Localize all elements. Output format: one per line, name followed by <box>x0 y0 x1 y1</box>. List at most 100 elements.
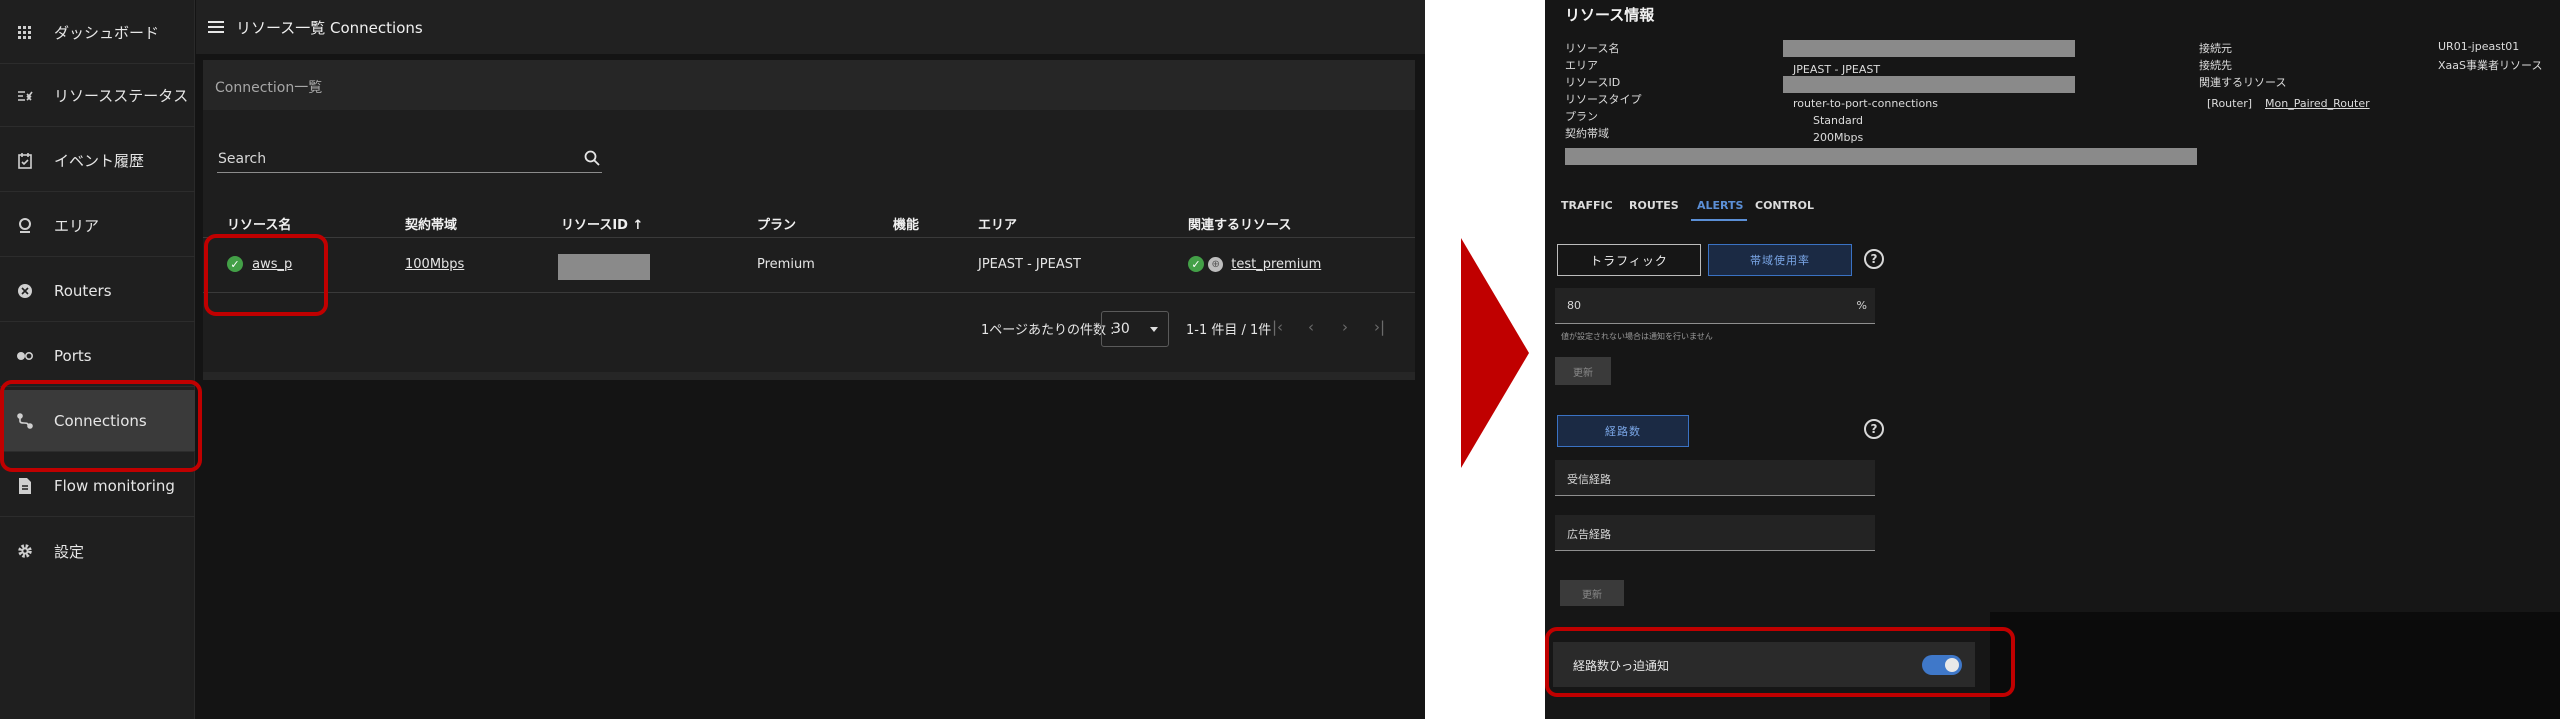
received-routes-label: 受信経路 <box>1567 473 1611 486</box>
sidebar-item-label: エリア <box>54 217 100 235</box>
column-header-name[interactable]: リソース名 <box>227 214 291 233</box>
related-router-link[interactable]: Mon_Paired_Router <box>2265 97 2370 110</box>
threshold-hint: 値が設定されない場合は通知を行いません <box>1561 332 1713 341</box>
sidebar-item-label: Flow monitoring <box>54 476 175 495</box>
calendar-check-icon <box>14 150 36 172</box>
traffic-button[interactable]: トラフィック <box>1557 244 1701 276</box>
column-header-bandwidth[interactable]: 契約帯域 <box>405 214 457 233</box>
sidebar-item-routers[interactable]: Routers <box>0 260 195 322</box>
redacted-resource-id <box>1783 76 2075 93</box>
update-button[interactable]: 更新 <box>1555 357 1611 385</box>
sidebar-item-event-history[interactable]: イベント履歴 <box>0 130 195 192</box>
sidebar-item-label: ダッシュボード <box>54 24 160 42</box>
area-cell: JPEAST - JPEAST <box>978 257 1081 272</box>
tab-alerts[interactable]: ALERTS <box>1697 199 1743 212</box>
search-icon <box>584 150 600 166</box>
next-page-icon[interactable]: › <box>1342 318 1348 336</box>
search-input[interactable]: Search <box>217 148 602 173</box>
sort-arrow-icon: ↑ <box>632 218 644 233</box>
sidebar: ダッシュボード リソースステータス イベント履歴 エリア Routers Por… <box>0 0 195 719</box>
update-button[interactable]: 更新 <box>1560 580 1624 606</box>
threshold-unit: % <box>1856 299 1867 312</box>
bandwidth-usage-button[interactable]: 帯域使用率 <box>1708 244 1852 276</box>
sidebar-item-area[interactable]: エリア <box>0 195 195 257</box>
sidebar-item-label: リソースステータス <box>54 87 189 105</box>
table-header-row: リソース名 契約帯域 リソースID ↑ プラン 機能 エリア 関連するリソース <box>203 208 1415 238</box>
empty-area <box>1990 612 2560 719</box>
active-tab-indicator <box>1691 219 1747 221</box>
status-ok-icon: ✓ <box>1188 256 1204 272</box>
help-icon[interactable]: ? <box>1864 249 1884 269</box>
help-icon[interactable]: ? <box>1864 419 1884 439</box>
top-bar: リソース一覧 Connections <box>196 0 1425 54</box>
connections-list-screen: ダッシュボード リソースステータス イベント履歴 エリア Routers Por… <box>0 0 1425 719</box>
column-header-function[interactable]: 機能 <box>893 214 919 233</box>
info-label: リソースタイプ <box>1565 93 1642 106</box>
highlight-toggle-row <box>1545 627 2015 697</box>
bandwidth-link[interactable]: 100Mbps <box>405 257 464 272</box>
sidebar-item-dashboard[interactable]: ダッシュボード <box>0 2 195 64</box>
threshold-value: 80 <box>1567 299 1581 312</box>
detail-tabs: TRAFFIC ROUTES ALERTS CONTROL <box>1545 190 2015 222</box>
transition-arrow <box>1461 238 1529 468</box>
last-page-icon[interactable]: ›| <box>1374 318 1385 336</box>
info-label: リソース名 <box>1565 42 1620 55</box>
chevron-down-icon <box>1150 327 1158 332</box>
tab-traffic[interactable]: TRAFFIC <box>1561 199 1613 212</box>
tab-routes[interactable]: ROUTES <box>1629 199 1679 212</box>
first-page-icon[interactable]: |‹ <box>1272 318 1283 336</box>
column-header-area[interactable]: エリア <box>978 214 1017 233</box>
info-value-destination: XaaS事業者リソース <box>2438 59 2543 72</box>
info-label: 接続元 <box>2199 42 2232 55</box>
column-header-label: リソースID <box>561 218 628 233</box>
page-title: リソース一覧 Connections <box>236 18 423 37</box>
resource-detail-screen: リソース情報 リソース名 エリア リソースID リソースタイプ プラン 契約帯域… <box>1545 0 2560 719</box>
map-pin-icon <box>14 215 36 237</box>
column-header-plan[interactable]: プラン <box>757 214 796 233</box>
highlight-connections-menu <box>0 380 202 472</box>
search-placeholder: Search <box>218 151 267 167</box>
sidebar-item-ports[interactable]: Ports <box>0 325 195 387</box>
received-routes-field[interactable]: 受信経路 <box>1555 460 1875 496</box>
column-header-related[interactable]: 関連するリソース <box>1188 214 1291 233</box>
routes-count-button[interactable]: 経路数 <box>1557 415 1689 447</box>
sidebar-item-label: Ports <box>54 346 92 365</box>
info-value-bandwidth: 200Mbps <box>1813 131 1864 144</box>
prev-page-icon[interactable]: ‹ <box>1308 318 1314 336</box>
info-label: エリア <box>1565 59 1598 72</box>
resource-info-title: リソース情報 <box>1565 6 1655 24</box>
advertised-routes-label: 広告経路 <box>1567 528 1611 541</box>
sidebar-item-settings[interactable]: 設定 <box>0 520 195 582</box>
hamburger-menu-icon[interactable] <box>208 21 224 33</box>
threshold-input[interactable]: 80 % <box>1555 288 1875 324</box>
related-resource-cell: ✓ ⊕ test_premium <box>1188 256 1321 272</box>
sidebar-item-resource-status[interactable]: リソースステータス <box>0 65 195 127</box>
info-label: 関連するリソース <box>2199 76 2287 89</box>
sidebar-item-label: イベント履歴 <box>54 152 145 170</box>
rows-per-page-value: 30 <box>1112 321 1130 337</box>
info-label: 契約帯域 <box>1565 127 1609 140</box>
related-resource-link[interactable]: test_premium <box>1231 257 1321 272</box>
redacted-resource-id <box>558 254 650 280</box>
column-header-resource-id[interactable]: リソースID ↑ <box>561 214 643 233</box>
info-value-type: router-to-port-connections <box>1793 97 1938 110</box>
sidebar-item-label: 設定 <box>54 542 85 561</box>
router-icon <box>14 280 36 302</box>
info-value-plan: Standard <box>1813 114 1864 127</box>
grid-icon <box>14 22 36 44</box>
table-row: ✓ aws_p 100Mbps Premium JPEAST - JPEAST … <box>203 239 1415 293</box>
info-label: 接続先 <box>2199 59 2232 72</box>
document-icon <box>14 475 36 497</box>
ports-icon <box>14 345 36 367</box>
plan-cell: Premium <box>757 257 815 272</box>
connection-table-container: Search リソース名 契約帯域 リソースID ↑ プラン 機能 エリア 関連… <box>203 110 1415 372</box>
rows-per-page-select[interactable]: 30 <box>1101 311 1169 347</box>
redacted-row <box>1565 148 2197 165</box>
advertised-routes-field[interactable]: 広告経路 <box>1555 515 1875 551</box>
info-value-source: UR01-jpeast01 <box>2438 40 2520 53</box>
tab-control[interactable]: CONTROL <box>1755 199 1814 212</box>
info-label: プラン <box>1565 110 1598 123</box>
card-title: Connection一覧 <box>215 80 323 96</box>
gear-icon <box>14 540 36 562</box>
connection-list-card: Connection一覧 Search リソース名 契約帯域 リソースID ↑ … <box>203 60 1415 380</box>
